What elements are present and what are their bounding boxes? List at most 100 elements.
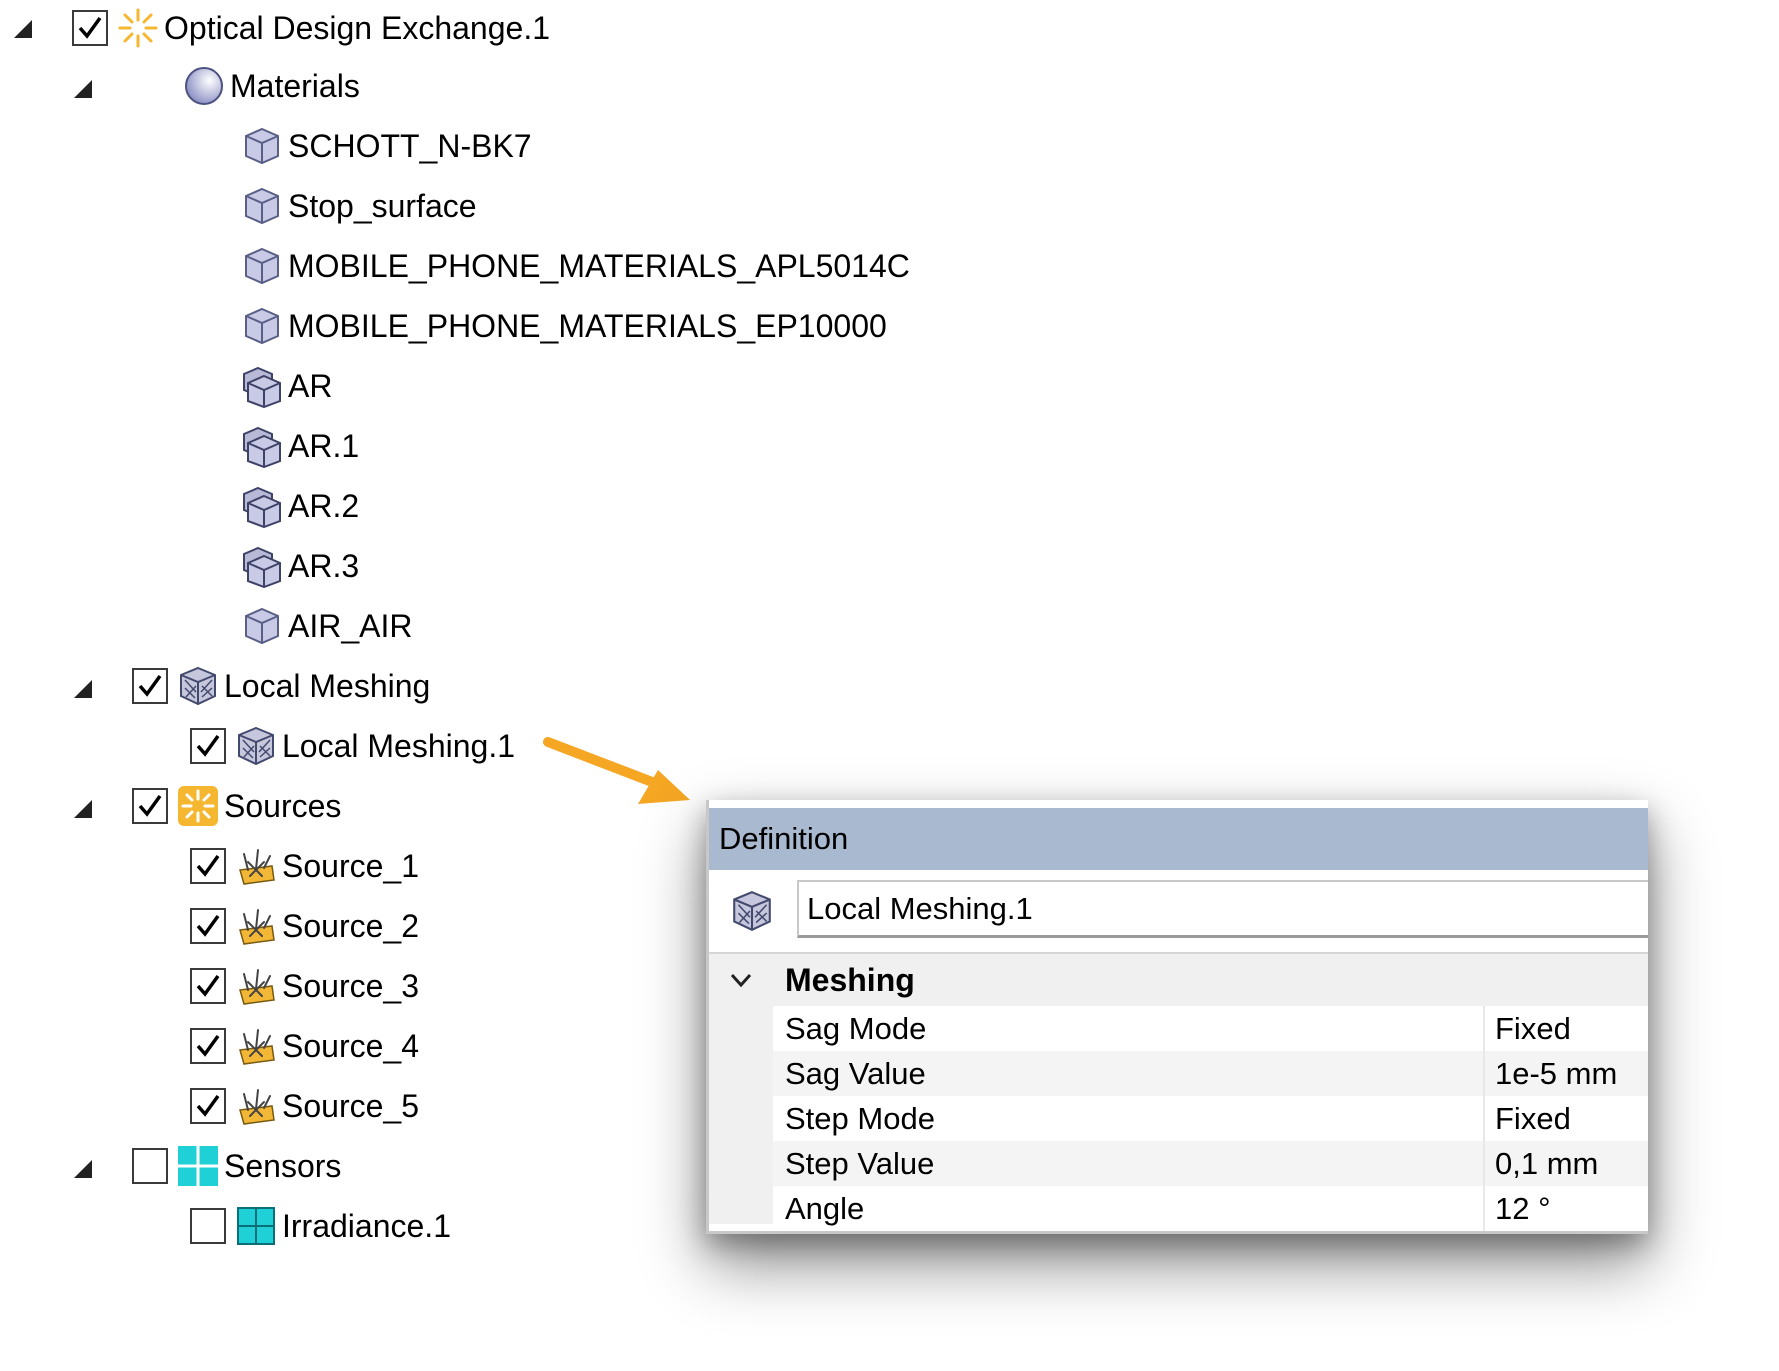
check-icon [135, 671, 165, 701]
irradiance-checkbox[interactable] [190, 1208, 226, 1244]
check-icon [193, 971, 223, 1001]
material-item[interactable]: Stop_surface [240, 180, 477, 232]
sources-checkbox[interactable] [132, 788, 168, 824]
material-label: AR.1 [288, 428, 360, 464]
source-icon [234, 1024, 278, 1068]
sphere-icon [182, 64, 226, 108]
expand-toggle-icon[interactable] [72, 78, 94, 100]
sensors-checkbox[interactable] [132, 1148, 168, 1184]
expand-toggle-icon[interactable] [72, 1158, 94, 1180]
property-row[interactable]: Sag Mode Fixed [773, 1006, 1648, 1051]
property-value[interactable]: 0,1 mm [1483, 1141, 1598, 1186]
property-name: Angle [785, 1191, 865, 1226]
property-name: Step Value [785, 1146, 935, 1181]
property-row[interactable]: Step Mode Fixed [773, 1096, 1648, 1141]
name-field[interactable]: Local Meshing.1 [797, 880, 1648, 938]
local-meshing-1-checkbox[interactable] [190, 728, 226, 764]
source-icon [234, 1084, 278, 1128]
tree-node-label: Local Meshing.1 [282, 728, 516, 764]
source-checkbox[interactable] [190, 1088, 226, 1124]
irradiance-sensor-icon [234, 1204, 278, 1248]
source-checkbox[interactable] [190, 968, 226, 1004]
source-item[interactable]: Source_5 [190, 1080, 419, 1132]
category-label: Meshing [785, 962, 915, 998]
source-checkbox[interactable] [190, 908, 226, 944]
material-label: SCHOTT_N-BK7 [288, 128, 532, 164]
source-checkbox[interactable] [190, 848, 226, 884]
source-item[interactable]: Source_4 [190, 1020, 419, 1072]
property-row[interactable]: Angle 12 ° [773, 1186, 1648, 1231]
material-item[interactable]: AR.2 [240, 480, 359, 532]
sun-icon [116, 6, 160, 50]
material-label: AR.3 [288, 548, 360, 584]
definition-header: Definition [709, 808, 1648, 870]
material-item[interactable]: MOBILE_PHONE_MATERIALS_EP10000 [240, 300, 887, 352]
material-item[interactable]: MOBILE_PHONE_MATERIALS_APL5014C [240, 240, 910, 292]
tree-node-label: Optical Design Exchange.1 [164, 10, 550, 46]
source-checkbox[interactable] [190, 1028, 226, 1064]
tree-node-label: Sources [224, 788, 342, 824]
source-item[interactable]: Source_2 [190, 900, 419, 952]
stacked-cube-icon [240, 484, 284, 528]
check-icon [193, 1031, 223, 1061]
material-label: MOBILE_PHONE_MATERIALS_APL5014C [288, 248, 910, 284]
material-label: AIR_AIR [288, 608, 413, 644]
stacked-cube-icon [240, 424, 284, 468]
cube-icon [240, 124, 284, 168]
material-item[interactable]: SCHOTT_N-BK7 [240, 120, 532, 172]
source-label: Source_5 [282, 1088, 419, 1124]
property-value[interactable]: 1e-5 mm [1483, 1051, 1617, 1096]
tree-node-root[interactable]: Optical Design Exchange.1 [72, 2, 550, 54]
tree-node-sources[interactable]: Sources [132, 780, 341, 832]
tree-node-label: Local Meshing [224, 668, 431, 704]
chevron-down-icon[interactable] [727, 966, 755, 994]
property-value[interactable]: Fixed [1483, 1096, 1571, 1141]
source-label: Source_4 [282, 1028, 419, 1064]
property-row[interactable]: Sag Value 1e-5 mm [773, 1051, 1648, 1096]
material-label: MOBILE_PHONE_MATERIALS_EP10000 [288, 308, 887, 344]
mesh-cube-icon [729, 888, 775, 934]
material-item[interactable]: AR.3 [240, 540, 359, 592]
material-item[interactable]: AR [240, 360, 332, 412]
pointer-arrow-icon [543, 737, 690, 804]
name-row: Local Meshing.1 [709, 876, 1648, 946]
tree-node-sensors[interactable]: Sensors [132, 1140, 341, 1192]
source-item[interactable]: Source_3 [190, 960, 419, 1012]
expand-toggle-icon[interactable] [12, 18, 34, 40]
sensor-item[interactable]: Irradiance.1 [190, 1200, 451, 1252]
source-label: Source_1 [282, 848, 419, 884]
mesh-cube-icon [234, 724, 278, 768]
local-meshing-item[interactable]: Local Meshing.1 [190, 720, 515, 772]
definition-panel: Definition Local Meshing.1 Meshing Sag M… [706, 800, 1648, 1234]
property-row[interactable]: Step Value 0,1 mm [773, 1141, 1648, 1186]
property-value[interactable]: 12 ° [1483, 1186, 1551, 1231]
property-name: Sag Value [785, 1056, 926, 1091]
source-item[interactable]: Source_1 [190, 840, 419, 892]
property-value[interactable]: Fixed [1483, 1006, 1571, 1051]
check-icon [193, 731, 223, 761]
material-label: AR.2 [288, 488, 360, 524]
source-icon [234, 844, 278, 888]
material-item[interactable]: AIR_AIR [240, 600, 412, 652]
cube-icon [240, 604, 284, 648]
cube-icon [240, 304, 284, 348]
category-meshing[interactable]: Meshing [709, 954, 1648, 1006]
expand-toggle-icon[interactable] [72, 798, 94, 820]
stacked-cube-icon [240, 364, 284, 408]
root-checkbox[interactable] [72, 10, 108, 46]
check-icon [193, 911, 223, 941]
material-label: AR [288, 368, 333, 404]
property-name: Sag Mode [785, 1011, 927, 1046]
expand-toggle-icon[interactable] [72, 678, 94, 700]
property-grid: Meshing Sag Mode Fixed Sag Value 1e-5 mm… [709, 952, 1648, 1231]
check-icon [135, 791, 165, 821]
cube-icon [240, 184, 284, 228]
tree-node-local-meshing[interactable]: Local Meshing [132, 660, 430, 712]
material-label: Stop_surface [288, 188, 477, 224]
local-meshing-checkbox[interactable] [132, 668, 168, 704]
tree-node-materials[interactable]: Materials [182, 60, 360, 112]
mesh-cube-icon [176, 664, 220, 708]
stacked-cube-icon [240, 544, 284, 588]
tree-node-label: Materials [230, 68, 360, 104]
material-item[interactable]: AR.1 [240, 420, 359, 472]
